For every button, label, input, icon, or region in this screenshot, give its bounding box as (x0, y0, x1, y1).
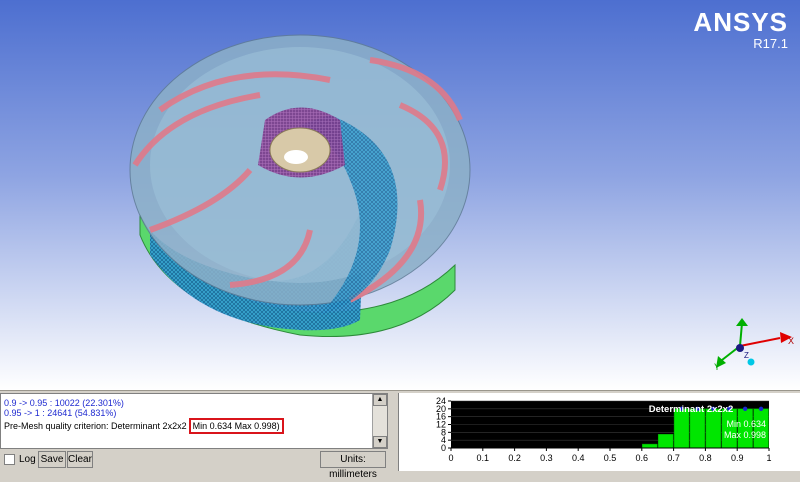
log-label: Log (19, 454, 36, 465)
units-button[interactable]: Units: millimeters (320, 451, 386, 480)
hub-eye (269, 127, 331, 173)
histogram-bar[interactable] (642, 443, 658, 449)
histogram-annotation: Max 0.998 (724, 430, 766, 440)
axis-label-y: Y (714, 362, 720, 372)
quality-histogram[interactable]: 048121620240 0.1 0.2 0.3 0.4 0.5 0.6 0.7 0.8 0.9 1… (399, 393, 799, 471)
message-scrollbar[interactable]: ▲ ▼ (372, 394, 387, 448)
histogram-bar[interactable] (657, 434, 674, 449)
y-tick-label: 24 (436, 396, 446, 406)
criterion-minmax-highlight: Min 0.634 Max 0.998) (188, 418, 284, 434)
ansys-version: R17.1 (753, 36, 788, 51)
scroll-down-icon[interactable]: ▼ (373, 436, 387, 448)
axis-label-z: Z (744, 351, 749, 360)
quality-histogram-panel: 0 4 8 12 16 20 24 0 0.1 0.2 0.3 0.4 0.5 0.6 0.7 0.8 0.9 1… (398, 393, 800, 471)
message-line: 0.9 -> 0.95 : 10022 (22.301%) (4, 398, 124, 408)
scroll-up-icon[interactable]: ▲ (373, 394, 387, 406)
message-controls: Log Save Clear Units: millimeters (0, 451, 390, 480)
histogram-title: Determinant 2x2x2 (649, 404, 733, 415)
histogram-annotation: Min 0.634 (726, 419, 766, 429)
criterion-prefix: Pre-Mesh quality criterion: Determinant … (4, 421, 187, 431)
bar-marker (742, 406, 748, 412)
x-tick-label: 0.8 (699, 453, 712, 463)
x-tick-label: 0.1 (477, 453, 490, 463)
log-checkbox[interactable] (4, 454, 15, 465)
clear-button[interactable]: Clear (67, 451, 93, 468)
message-text: 0.9 -> 0.95 : 10022 (22.301%) 0.95 -> 1 … (4, 398, 284, 434)
x-tick-label: 0.6 (636, 453, 649, 463)
x-tick-label: 0.5 (604, 453, 617, 463)
save-button[interactable]: Save (38, 451, 66, 468)
x-tick-label: 0.4 (572, 453, 585, 463)
x-tick-label: 0.3 (540, 453, 553, 463)
bar-marker (758, 406, 764, 412)
x-tick-label: 1 (766, 453, 771, 463)
x-tick-label: 0.2 (508, 453, 521, 463)
bottom-panel: 0.9 -> 0.95 : 10022 (22.301%) 0.95 -> 1 … (0, 390, 800, 480)
impeller-mesh-model[interactable] (0, 0, 800, 390)
ansys-brand: ANSYS (693, 7, 788, 37)
ansys-logo: ANSYS R17.1 (693, 8, 788, 51)
criterion-line: Pre-Mesh quality criterion: Determinant … (4, 418, 284, 434)
axis-label-x: X (788, 336, 794, 346)
x-tick-label: 0 (448, 453, 453, 463)
graphics-viewport[interactable]: X Y Z ANSYS R17.1 (0, 0, 800, 390)
axis-triad: X Y Z (714, 318, 794, 372)
x-tick-label: 0.9 (731, 453, 744, 463)
message-line: 0.95 -> 1 : 24641 (54.831%) (4, 408, 117, 418)
message-log[interactable]: 0.9 -> 0.95 : 10022 (22.301%) 0.95 -> 1 … (0, 393, 388, 449)
x-tick-label: 0.7 (667, 453, 680, 463)
